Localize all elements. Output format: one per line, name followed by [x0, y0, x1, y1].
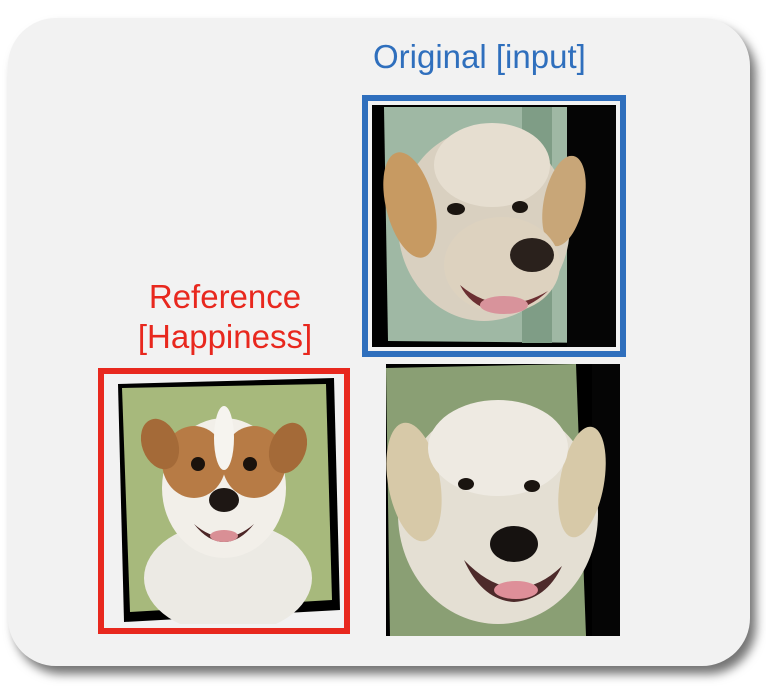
reference-label: Reference [Happiness] [100, 277, 350, 357]
reference-puppy-image [108, 378, 340, 624]
original-dog-image [372, 105, 616, 347]
reference-label-line2: [Happiness] [137, 318, 313, 355]
output-dog-image [386, 364, 620, 636]
reference-label-line1: Reference [148, 278, 302, 315]
original-label: Original [input] [373, 38, 586, 75]
